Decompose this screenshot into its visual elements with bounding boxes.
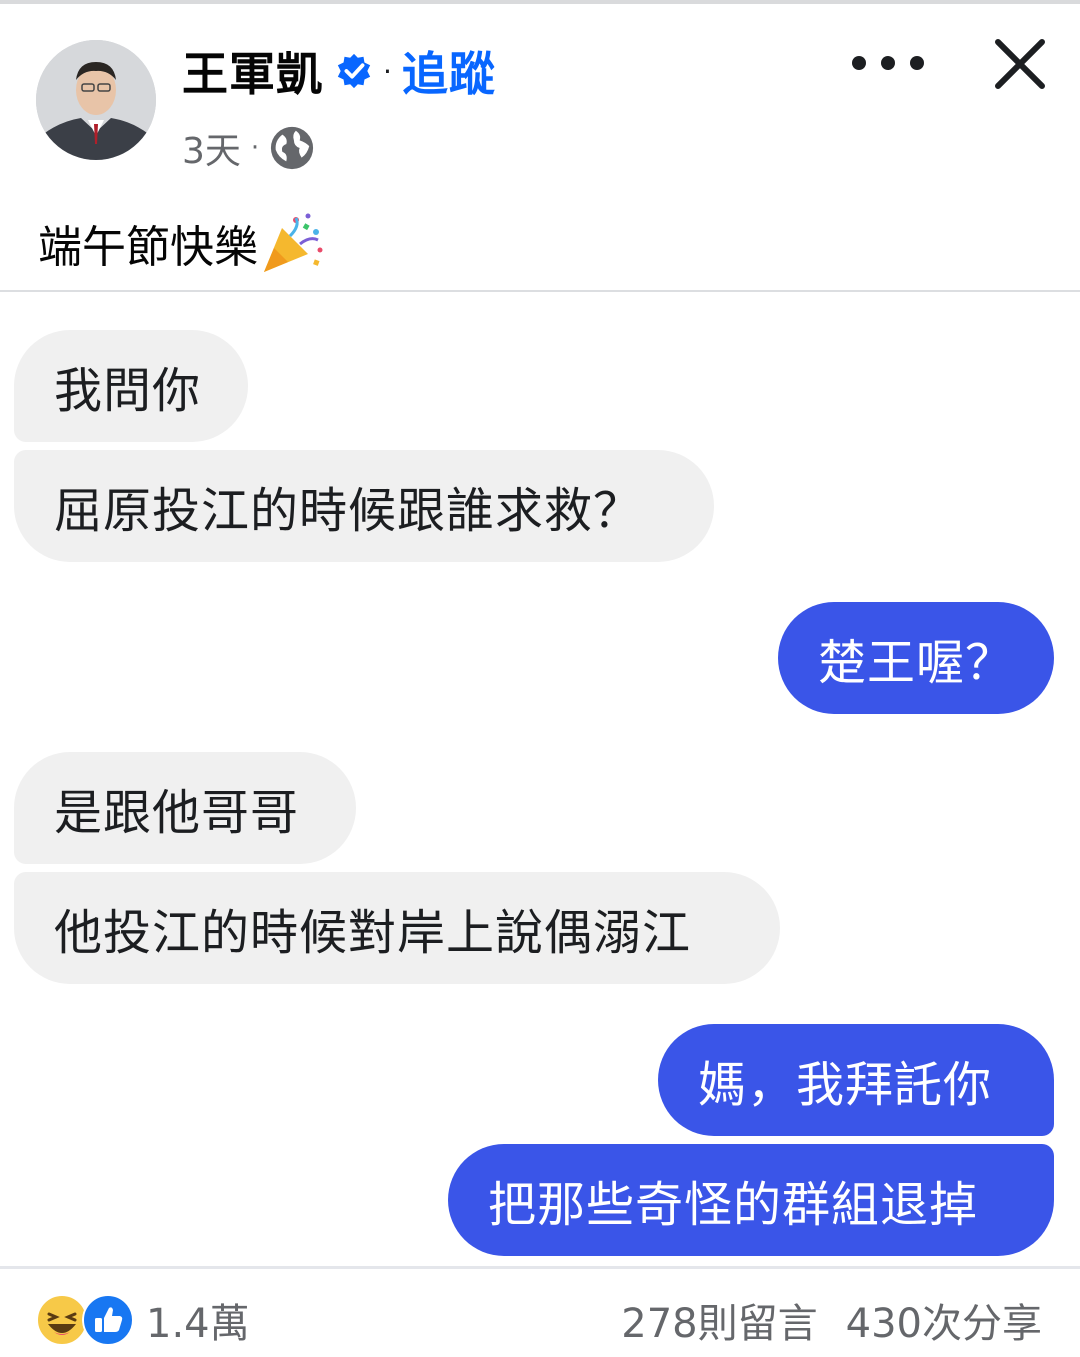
- more-options-button[interactable]: [852, 40, 924, 86]
- chat-bubble-incoming: 是跟他哥哥: [14, 752, 356, 864]
- separator-dot: ·: [383, 54, 392, 88]
- avatar[interactable]: [36, 40, 156, 160]
- post-caption: 端午節快樂: [38, 210, 326, 276]
- content-divider: [0, 290, 1080, 292]
- message-text: 屈原投江的時候跟誰求救？: [54, 483, 643, 539]
- chat-bubble-outgoing: 媽，我拜託你: [658, 1024, 1054, 1136]
- dot-icon: [881, 56, 895, 70]
- message-text: 媽，我拜託你: [698, 1057, 993, 1113]
- message-text: 是跟他哥哥: [54, 785, 300, 841]
- close-icon[interactable]: [990, 34, 1050, 94]
- meta-separator: ·: [250, 133, 260, 163]
- footer-divider: [0, 1266, 1080, 1269]
- message-text: 楚王喔？: [818, 635, 1015, 691]
- message-text: 我問你: [54, 363, 202, 419]
- reactions-summary[interactable]: 1.4萬: [36, 1292, 250, 1348]
- like-icon: [82, 1294, 134, 1346]
- chat-bubble-outgoing: 把那些奇怪的群組退掉: [448, 1144, 1054, 1256]
- dot-icon: [852, 56, 866, 70]
- follow-button[interactable]: 追蹤: [402, 38, 496, 104]
- top-divider: [0, 0, 1080, 4]
- message-text: 把那些奇怪的群組退掉: [488, 1177, 979, 1233]
- post-time[interactable]: 3天: [182, 122, 241, 174]
- party-popper-icon: [264, 213, 323, 272]
- reaction-count: 1.4萬: [146, 1301, 250, 1347]
- globe-icon: [271, 126, 314, 170]
- post-meta: 3天 ·: [182, 122, 315, 174]
- chat-bubble-outgoing: 楚王喔？: [778, 602, 1054, 714]
- caption-text: 端午節快樂: [38, 222, 258, 273]
- chat-bubble-incoming: 我問你: [14, 330, 248, 442]
- chat-bubble-incoming: 他投江的時候對岸上說偶溺江: [14, 872, 780, 984]
- chat-bubble-incoming: 屈原投江的時候跟誰求救？: [14, 450, 714, 562]
- haha-icon: [36, 1294, 88, 1346]
- engagement-stats: 278則留言 430次分享: [621, 1292, 1042, 1348]
- author-name[interactable]: 王軍凱: [182, 38, 323, 104]
- verified-badge-icon: [337, 53, 371, 89]
- dot-icon: [910, 56, 924, 70]
- author-row: 王軍凱 · 追蹤: [182, 38, 496, 104]
- message-text: 他投江的時候對岸上說偶溺江: [54, 905, 692, 961]
- shares-count[interactable]: 430次分享: [846, 1291, 1042, 1349]
- comments-count[interactable]: 278則留言: [621, 1291, 817, 1349]
